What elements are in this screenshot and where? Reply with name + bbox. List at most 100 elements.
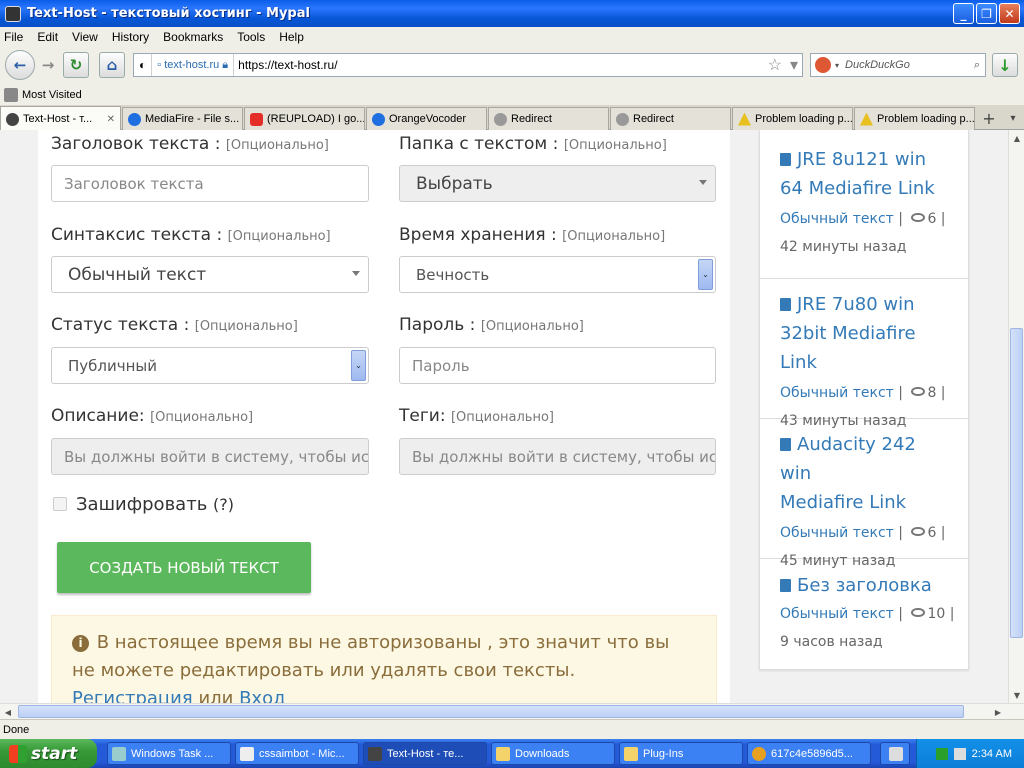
alert-text: В настоящее время вы не авторизованы , э… — [72, 632, 670, 681]
syntax-select[interactable]: Обычный текст — [51, 256, 369, 293]
vertical-scrollbar[interactable]: ▲ ▼ — [1008, 130, 1024, 703]
login-link[interactable]: Вход — [239, 688, 285, 703]
taskbar-item-file[interactable]: 617c4e5896d5... — [747, 742, 871, 765]
search-bar[interactable]: ▾ DuckDuckGo ⌕ — [810, 53, 986, 77]
duckduckgo-icon[interactable] — [815, 57, 831, 73]
menu-bookmarks[interactable]: Bookmarks — [163, 30, 223, 44]
scroll-down-icon[interactable]: ▼ — [1009, 687, 1024, 703]
tray-app-icon[interactable] — [935, 747, 948, 760]
arrow-left-icon: ← — [13, 56, 27, 74]
title-label: Заголовок текста : [Опционально] — [51, 134, 329, 154]
menu-tools[interactable]: Tools — [237, 30, 265, 44]
maximize-button[interactable]: ❐ — [976, 3, 997, 24]
close-window-button[interactable]: ✕ — [999, 3, 1020, 24]
horizontal-scrollbar[interactable]: ◀ ▶ — [0, 703, 1024, 719]
menu-history[interactable]: History — [112, 30, 149, 44]
magnifier-icon[interactable]: ⌕ — [974, 59, 985, 72]
scroll-right-icon[interactable]: ▶ — [990, 704, 1006, 720]
horizontal-scroll-thumb[interactable] — [18, 705, 964, 718]
description-label: Описание: [Опционально] — [51, 406, 254, 426]
warning-icon — [738, 112, 751, 126]
bookmark-star-icon[interactable]: ☆ — [764, 55, 786, 75]
create-text-button[interactable]: СОЗДАТЬ НОВЫЙ ТЕКСТ — [57, 542, 311, 593]
lock-file-icon — [752, 746, 766, 761]
syntax-link[interactable]: Обычный текст — [780, 525, 894, 541]
downloads-button[interactable]: ↓ — [992, 53, 1018, 77]
recent-item-title[interactable]: Без заголовка — [780, 571, 948, 600]
menu-edit[interactable]: Edit — [37, 30, 58, 44]
most-visited-bookmark[interactable]: Most Visited — [22, 89, 82, 101]
reload-button[interactable]: ↻ — [63, 52, 89, 78]
syntax-link[interactable]: Обычный текст — [780, 606, 894, 622]
url-dropdown-icon[interactable]: ▾ — [786, 55, 802, 75]
taskbar-item-plug-ins[interactable]: Plug-Ins — [619, 742, 743, 765]
new-tab-button[interactable]: + — [978, 108, 1000, 129]
taskbar-item-text-host[interactable]: Text-Host - те... — [363, 742, 487, 765]
tray-network-icon[interactable] — [953, 747, 966, 760]
url-input[interactable]: https://text-host.ru/ — [234, 58, 763, 72]
tab-orangevocoder[interactable]: OrangeVocoder — [366, 107, 487, 130]
show-desktop-button[interactable] — [880, 742, 910, 765]
bookmarks-toolbar: Most Visited — [0, 84, 1024, 105]
url-bar[interactable]: ◐ ▫ text-host.ru 🔒︎ https://text-host.ru… — [133, 53, 803, 77]
scroll-left-icon[interactable]: ◀ — [0, 704, 16, 720]
text-host-favicon-icon — [6, 112, 19, 126]
eye-icon — [911, 213, 926, 222]
site-favicon-icon: ▫ — [157, 59, 165, 71]
back-button[interactable]: ← — [5, 50, 35, 80]
forward-button[interactable]: → — [35, 52, 61, 78]
identity-shield-icon[interactable]: ◐ — [134, 54, 153, 76]
menu-help[interactable]: Help — [279, 30, 304, 44]
expiry-select[interactable]: Вечность ⌄ — [399, 256, 716, 293]
minimize-button[interactable]: _ — [953, 3, 974, 24]
password-input[interactable]: Пароль — [399, 347, 716, 384]
eye-icon — [911, 387, 926, 396]
recent-item-title[interactable]: JRE 8u121 win 64 Mediafire Link — [780, 145, 948, 203]
start-button[interactable]: start — [0, 739, 97, 768]
tab-text-host[interactable]: Text-Host - т... ✕ — [0, 106, 121, 131]
menu-file[interactable]: File — [4, 30, 23, 44]
auth-warning-alert: i В настоящее время вы не авторизованы ,… — [51, 615, 717, 703]
tabs-list-button[interactable]: ▾ — [1004, 108, 1022, 129]
alert-or: или — [198, 688, 234, 703]
folder-select[interactable]: Выбрать — [399, 165, 716, 202]
taskbar-item-task-manager[interactable]: Windows Task ... — [107, 742, 231, 765]
recent-item-title[interactable]: Audacity 242 win Mediafire Link — [780, 430, 948, 517]
status-select[interactable]: Публичный ⌄ — [51, 347, 369, 384]
vertical-scroll-thumb[interactable] — [1010, 328, 1023, 638]
help-icon[interactable]: (?) — [213, 495, 234, 514]
tab-mediafire[interactable]: MediaFire - File s... — [122, 107, 243, 130]
title-input[interactable]: Заголовок текста — [51, 165, 369, 202]
recent-item-meta: Обычный текст | 10 | — [780, 606, 955, 622]
mypal-icon — [368, 746, 382, 761]
tab-redirect-1[interactable]: Redirect — [488, 107, 609, 130]
site-identity-label[interactable]: ▫ text-host.ru 🔒︎ — [152, 54, 235, 76]
home-button[interactable]: ⌂ — [99, 52, 125, 78]
clock: 2:34 AM — [971, 747, 1012, 760]
tab-problem-loading-1[interactable]: Problem loading p... — [732, 107, 853, 130]
tab-problem-loading-2[interactable]: Problem loading p... — [854, 107, 975, 130]
window-title: Text-Host - текстовый хостинг - Mypal — [27, 6, 310, 21]
tags-input[interactable]: Вы должны войти в систему, чтобы исп — [399, 438, 716, 475]
recent-item-time: 42 минуты назад — [780, 239, 907, 255]
taskbar-item-downloads[interactable]: Downloads — [491, 742, 615, 765]
syntax-link[interactable]: Обычный текст — [780, 385, 894, 401]
page-content: Заголовок текста : [Опционально] Заголов… — [0, 130, 1008, 703]
menu-view[interactable]: View — [72, 30, 98, 44]
register-link[interactable]: Регистрация — [72, 688, 193, 703]
scroll-up-icon[interactable]: ▲ — [1009, 130, 1024, 146]
dropdown-arrow-icon[interactable]: ⌄ — [698, 259, 713, 290]
recent-item-title[interactable]: JRE 7u80 win 32bit Mediafire Link — [780, 290, 948, 377]
taskbar-item-cssaimbot[interactable]: cssaimbot - Mic... — [235, 742, 359, 765]
download-arrow-icon: ↓ — [998, 55, 1012, 75]
tab-youtube[interactable]: (REUPLOAD) I go... — [244, 107, 365, 130]
close-tab-icon[interactable]: ✕ — [103, 114, 115, 125]
recent-item-time: 9 часов назад — [780, 634, 883, 650]
dropdown-arrow-icon[interactable]: ⌄ — [351, 350, 366, 381]
folder-icon — [496, 746, 510, 761]
description-input[interactable]: Вы должны войти в систему, чтобы исп — [51, 438, 369, 475]
tab-redirect-2[interactable]: Redirect — [610, 107, 731, 130]
search-input[interactable]: DuckDuckGo — [839, 59, 974, 71]
encrypt-checkbox[interactable] — [53, 497, 67, 511]
syntax-link[interactable]: Обычный текст — [780, 211, 894, 227]
